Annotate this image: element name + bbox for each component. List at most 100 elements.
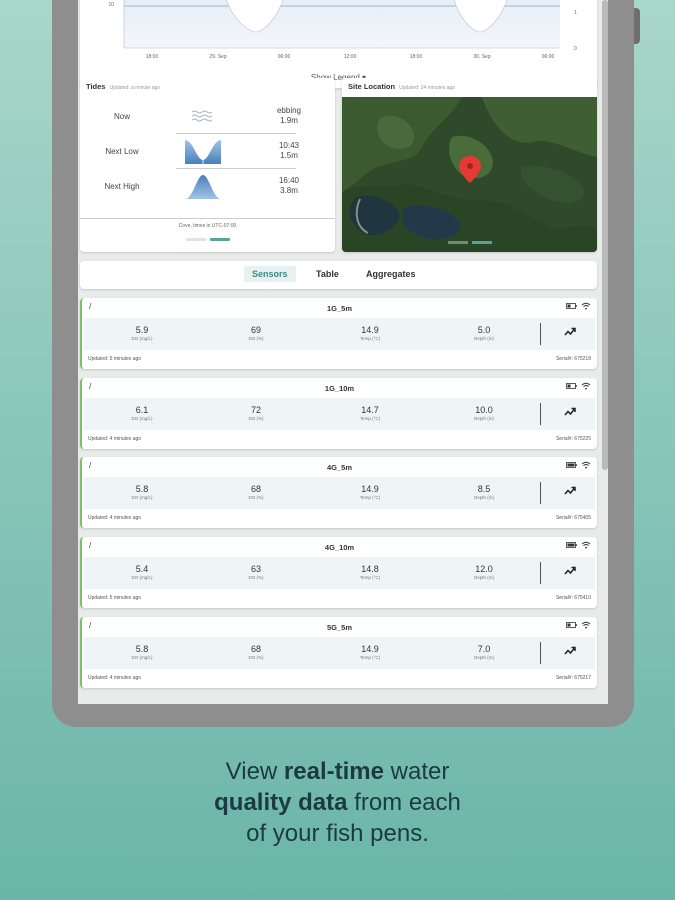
sensor-serial: Serial#: 675410 — [555, 595, 591, 601]
sensor-name: 4G_10m — [324, 543, 355, 552]
trend-icon[interactable] — [564, 407, 576, 417]
sensor-name: 1G_5m — [326, 304, 353, 313]
metric-temp: 14.9 Temp (°C) — [359, 484, 381, 500]
tabs-bar: Sensors Table Aggregates — [80, 261, 597, 289]
marketing-caption: View real-time water quality data from e… — [0, 756, 675, 849]
tide-row-next-high: Next High 16:40 3.8m — [86, 170, 330, 202]
tablet-side-button — [634, 8, 640, 44]
sensor-metrics: 5.9 DO (mg/L) 69 DO (%) 14.9 Temp (°C) 5.0 Dept… — [84, 318, 595, 350]
tide-row-now: Now ebbing 1.9m — [86, 100, 330, 132]
tab-aggregates[interactable]: Aggregates — [358, 266, 424, 282]
caption-text: of your fish pens. — [246, 820, 429, 847]
tides-title: Tides — [86, 82, 106, 91]
trend-icon[interactable] — [564, 646, 576, 656]
sensor-name: 5G_5m — [326, 623, 353, 632]
sensor-updated: Updated: 5 minutes ago — [88, 595, 142, 601]
metric-temp: 14.9 Temp (°C) — [359, 325, 381, 341]
metric-do-mgl: 5.9 DO (mg/L) — [131, 325, 153, 341]
caption-text: View — [225, 758, 284, 785]
tide-high-icon — [185, 175, 221, 199]
chart-x-ticks: 18:00 29. Sep 06:00 12:00 18:00 30. Sep 06:00 — [146, 54, 555, 60]
metric-do-mgl: 5.4 DO (mg/L) — [131, 564, 153, 580]
scrollbar[interactable] — [602, 0, 608, 470]
tide-chart: 10 1 0 18:00 29. Sep 06:00 12:00 18:00 30. Se… — [108, 0, 577, 60]
pager-dot[interactable] — [186, 238, 206, 241]
site-location-card: Site Location Updated: 24 minutes ago — [342, 78, 597, 252]
chart-x-tick: 18:00 — [410, 54, 423, 60]
sensor-serial: Serial#: 675218 — [555, 356, 591, 362]
sensor-card[interactable]: /5G_5m 5.8 DO (mg/L) 68 DO (%) 14.9 Temp (°C) 7… — [80, 617, 597, 688]
site-title: Site Location — [348, 82, 396, 91]
sensor-card[interactable]: /4G_5m 5.8 DO (mg/L) 68 DO (%) 14.9 Temp (°C) 8… — [80, 457, 597, 528]
caption-bold: real-time — [283, 758, 384, 785]
battery-icon — [566, 383, 577, 389]
tide-value: 1.5m — [280, 151, 298, 160]
satellite-map[interactable] — [342, 97, 597, 252]
sensor-metrics: 5.8 DO (mg/L) 68 DO (%) 14.9 Temp (°C) 7.0 Dept… — [84, 637, 595, 669]
sensor-card[interactable]: /1G_5m 5.9 DO (mg/L) 69 DO (%) 14.9 Temp (°C) 5… — [80, 298, 597, 369]
waves-icon — [191, 110, 213, 122]
site-updated: Updated: 24 minutes ago — [399, 85, 455, 91]
chart-card: 10 1 0 18:00 29. Sep 06:00 12:00 18:00 30. Se… — [80, 0, 597, 88]
sensor-metrics: 6.1 DO (mg/L) 72 DO (%) 14.7 Temp (°C) 10.0 Dep… — [84, 398, 595, 430]
app-screen: 10 1 0 18:00 29. Sep 06:00 12:00 18:00 30. Se… — [78, 0, 608, 704]
tide-value: 16:40 — [278, 176, 300, 185]
battery-icon — [566, 542, 577, 548]
sensor-updated: Updated: 4 minutes ago — [88, 515, 142, 521]
sensor-updated: Updated: 4 minutes ago — [88, 675, 142, 681]
tides-footer: Cove, times in UTC-07:00 — [80, 218, 335, 229]
trend-icon[interactable] — [564, 327, 576, 337]
sensor-serial: Serial#: 675217 — [555, 675, 591, 681]
metric-do-pct: 69 DO (%) — [248, 325, 264, 341]
trend-icon[interactable] — [564, 566, 576, 576]
chart-x-tick: 29. Sep — [209, 54, 226, 60]
metric-do-mgl: 6.1 DO (mg/L) — [131, 405, 153, 421]
sensor-updated: Updated: 5 minutes ago — [88, 356, 142, 362]
metric-do-mgl: 5.8 DO (mg/L) — [131, 644, 153, 660]
sensor-serial: Serial#: 675405 — [555, 515, 591, 521]
battery-icon — [566, 622, 577, 628]
wifi-icon — [581, 621, 591, 629]
chart-y2-tick: 1 — [574, 10, 577, 16]
tides-updated: Updated: a minute ago — [109, 85, 161, 91]
tide-label: Next Low — [105, 146, 139, 156]
tide-value: 10:43 — [278, 141, 300, 150]
chart-y2-tick: 0 — [574, 46, 577, 52]
sensor-card[interactable]: /4G_10m 5.4 DO (mg/L) 63 DO (%) 14.8 Temp (°C)… — [80, 537, 597, 608]
wifi-icon — [581, 382, 591, 390]
metric-do-pct: 68 DO (%) — [248, 484, 264, 500]
metric-depth: 12.0 Depth (m) — [473, 564, 494, 580]
pager-dot-active[interactable] — [210, 238, 230, 241]
tab-table[interactable]: Table — [308, 266, 347, 282]
wifi-icon — [581, 302, 591, 310]
tides-card: Tides Updated: a minute ago Now ebbing 1… — [80, 78, 335, 252]
metric-do-pct: 68 DO (%) — [248, 644, 264, 660]
tide-label: Next High — [104, 181, 140, 191]
metric-depth: 7.0 Depth (m) — [473, 644, 494, 660]
caption-bold: quality data — [214, 789, 348, 816]
metric-temp: 14.9 Temp (°C) — [359, 644, 381, 660]
battery-icon — [566, 303, 577, 309]
tide-label: Now — [113, 111, 130, 121]
chart-y-tick: 10 — [108, 2, 114, 8]
metric-depth: 10.0 Depth (m) — [473, 405, 494, 421]
caption-text: from each — [347, 789, 461, 816]
metric-depth: 5.0 Depth (m) — [473, 325, 494, 341]
tab-sensors[interactable]: Sensors — [244, 266, 296, 282]
tablet-frame: 10 1 0 18:00 29. Sep 06:00 12:00 18:00 30. Se… — [52, 0, 640, 727]
chart-x-tick: 18:00 — [146, 54, 159, 60]
sensor-card[interactable]: /1G_10m 6.1 DO (mg/L) 72 DO (%) 14.7 Temp (°C)… — [80, 378, 597, 449]
trend-icon[interactable] — [564, 486, 576, 496]
sensor-updated: Updated: 4 minutes ago — [88, 436, 142, 442]
sensor-metrics: 5.8 DO (mg/L) 68 DO (%) 14.9 Temp (°C) 8.5 Dept… — [84, 477, 595, 509]
metric-do-pct: 63 DO (%) — [248, 564, 264, 580]
chart-x-tick: 12:00 — [344, 54, 357, 60]
chart-x-tick: 30. Sep — [473, 54, 490, 60]
metric-depth: 8.5 Depth (m) — [473, 484, 494, 500]
metric-do-mgl: 5.8 DO (mg/L) — [131, 484, 153, 500]
sensor-name: 1G_10m — [324, 384, 355, 393]
tide-value: 1.9m — [280, 116, 298, 125]
chart-x-tick: 06:00 — [278, 54, 291, 60]
metric-temp: 14.7 Temp (°C) — [359, 405, 381, 421]
sensor-name: 4G_5m — [326, 463, 353, 472]
